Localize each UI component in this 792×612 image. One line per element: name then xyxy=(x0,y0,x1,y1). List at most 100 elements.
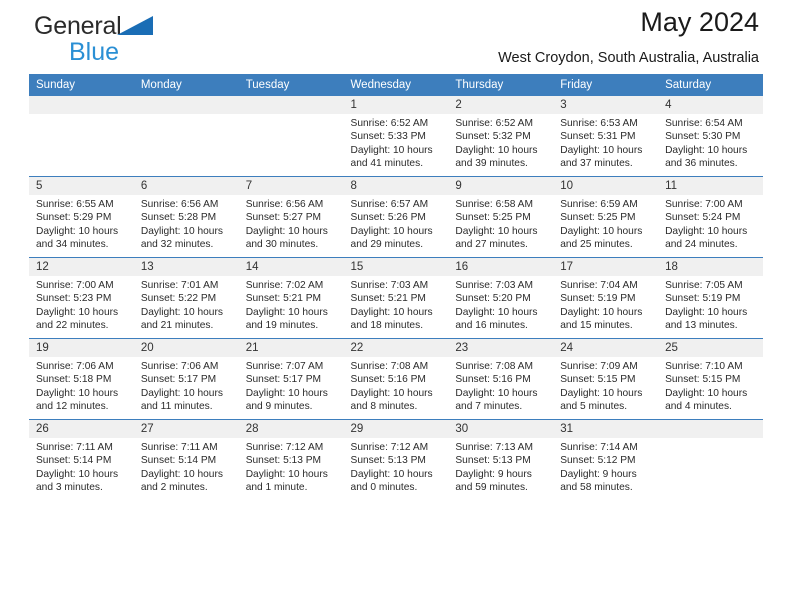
daylight-text-line1: Daylight: 10 hours xyxy=(245,225,328,237)
calendar-cell-empty xyxy=(29,96,134,177)
daylight-text-line1: Daylight: 10 hours xyxy=(560,387,643,399)
daylight-text-line2: and 19 minutes. xyxy=(245,320,319,332)
calendar-day-cell[interactable]: 17 Sunrise: 7:04 AM Sunset: 5:19 PM Dayligh… xyxy=(553,257,659,339)
sunrise-text: Sunrise: 7:11 AM xyxy=(36,442,113,453)
day-details: Sunrise: 6:52 AM Sunset: 5:32 PM Daylight:… xyxy=(448,114,553,171)
calendar-day-cell[interactable]: 29 Sunrise: 7:12 AM Sunset: 5:13 PM Dayligh… xyxy=(343,419,449,500)
day-cell-inner: 9 Sunrise: 6:58 AM Sunset: 5:25 PM Daylight… xyxy=(448,177,554,257)
calendar-day-cell[interactable]: 30 Sunrise: 7:13 AM Sunset: 5:13 PM Dayligh… xyxy=(448,419,554,500)
calendar-day-cell[interactable]: 27 Sunrise: 7:11 AM Sunset: 5:14 PM Dayligh… xyxy=(133,419,239,500)
sunset-text: Sunset: 5:20 PM xyxy=(455,293,531,305)
calendar-day-cell[interactable]: 22 Sunrise: 7:08 AM Sunset: 5:16 PM Dayligh… xyxy=(343,338,449,420)
daylight-text-line2: and 15 minutes. xyxy=(560,320,633,332)
day-number: 31 xyxy=(553,420,659,438)
calendar-day-cell[interactable]: 1 Sunrise: 6:52 AM Sunset: 5:33 PM Daylight… xyxy=(343,96,449,177)
daylight-text-line2: and 13 minutes. xyxy=(665,320,738,332)
calendar-day-cell[interactable]: 13 Sunrise: 7:01 AM Sunset: 5:22 PM Dayligh… xyxy=(133,257,239,339)
calendar-day-cell[interactable]: 31 Sunrise: 7:14 AM Sunset: 5:12 PM Dayligh… xyxy=(553,419,659,500)
sunset-text: Sunset: 5:19 PM xyxy=(665,293,741,305)
sunrise-text: Sunrise: 7:14 AM xyxy=(560,442,638,453)
calendar-day-cell[interactable]: 7 Sunrise: 6:56 AM Sunset: 5:27 PM Daylight… xyxy=(238,176,344,258)
day-details: Sunrise: 7:08 AM Sunset: 5:16 PM Daylight:… xyxy=(344,357,449,414)
calendar-day-cell[interactable]: 2 Sunrise: 6:52 AM Sunset: 5:32 PM Daylight… xyxy=(448,96,554,177)
calendar-day-cell[interactable]: 11 Sunrise: 7:00 AM Sunset: 5:24 PM Dayligh… xyxy=(658,176,763,258)
general-blue-logo[interactable]: General Blue xyxy=(34,14,153,65)
calendar-day-cell[interactable]: 12 Sunrise: 7:00 AM Sunset: 5:23 PM Dayligh… xyxy=(29,257,134,339)
calendar-day-cell[interactable]: 5 Sunrise: 6:55 AM Sunset: 5:29 PM Daylight… xyxy=(29,176,134,258)
day-cell-inner: 10 Sunrise: 6:59 AM Sunset: 5:25 PM Dayligh… xyxy=(553,177,659,257)
sunset-text: Sunset: 5:19 PM xyxy=(560,293,636,305)
calendar-day-cell[interactable]: 14 Sunrise: 7:02 AM Sunset: 5:21 PM Dayligh… xyxy=(238,257,344,339)
sunrise-text: Sunrise: 7:07 AM xyxy=(245,361,324,372)
daylight-text-line1: Daylight: 10 hours xyxy=(560,306,643,318)
day-cell-inner: 11 Sunrise: 7:00 AM Sunset: 5:24 PM Dayligh… xyxy=(658,177,763,257)
day-details: Sunrise: 6:55 AM Sunset: 5:29 PM Daylight:… xyxy=(29,195,134,252)
calendar-cell-empty xyxy=(238,96,344,177)
calendar-day-cell[interactable]: 6 Sunrise: 6:56 AM Sunset: 5:28 PM Daylight… xyxy=(133,176,239,258)
day-number: 15 xyxy=(343,258,449,276)
calendar-day-cell[interactable]: 25 Sunrise: 7:10 AM Sunset: 5:15 PM Dayligh… xyxy=(658,338,763,420)
daylight-text-line2: and 11 minutes. xyxy=(140,401,213,413)
calendar-day-cell[interactable]: 16 Sunrise: 7:03 AM Sunset: 5:20 PM Dayligh… xyxy=(448,257,554,339)
sunset-text: Sunset: 5:21 PM xyxy=(245,293,322,305)
daylight-text-line1: Daylight: 10 hours xyxy=(560,144,643,156)
day-number: 24 xyxy=(553,339,659,357)
day-number: 16 xyxy=(448,258,554,276)
daylight-text-line2: and 2 minutes. xyxy=(140,482,208,494)
day-cell-inner: 26 Sunrise: 7:11 AM Sunset: 5:14 PM Dayligh… xyxy=(29,420,134,500)
day-details: Sunrise: 7:06 AM Sunset: 5:17 PM Daylight:… xyxy=(134,357,239,414)
daylight-text-line1: Daylight: 10 hours xyxy=(36,225,119,237)
sunrise-text: Sunrise: 7:09 AM xyxy=(560,361,638,372)
sunrise-text: Sunrise: 7:03 AM xyxy=(350,280,429,291)
day-number: 12 xyxy=(29,258,134,276)
sunset-text: Sunset: 5:13 PM xyxy=(350,455,426,467)
calendar-day-cell[interactable]: 18 Sunrise: 7:05 AM Sunset: 5:19 PM Dayligh… xyxy=(658,257,763,339)
calendar-day-cell[interactable]: 21 Sunrise: 7:07 AM Sunset: 5:17 PM Dayligh… xyxy=(238,338,344,420)
day-cell-inner xyxy=(658,420,763,500)
calendar-day-cell[interactable]: 4 Sunrise: 6:54 AM Sunset: 5:30 PM Daylight… xyxy=(658,96,763,177)
day-number: 13 xyxy=(133,258,239,276)
daylight-text-line1: Daylight: 10 hours xyxy=(36,468,119,480)
daylight-text-line1: Daylight: 10 hours xyxy=(455,225,538,237)
day-cell-inner: 6 Sunrise: 6:56 AM Sunset: 5:28 PM Daylight… xyxy=(133,177,239,257)
calendar-day-cell[interactable]: 28 Sunrise: 7:12 AM Sunset: 5:13 PM Dayligh… xyxy=(238,419,344,500)
day-details: Sunrise: 7:06 AM Sunset: 5:18 PM Daylight:… xyxy=(29,357,134,414)
day-details: Sunrise: 6:56 AM Sunset: 5:27 PM Daylight:… xyxy=(239,195,344,252)
day-details: Sunrise: 7:11 AM Sunset: 5:14 PM Daylight:… xyxy=(134,438,239,495)
sunrise-text: Sunrise: 6:53 AM xyxy=(560,118,638,129)
calendar-day-cell[interactable]: 26 Sunrise: 7:11 AM Sunset: 5:14 PM Dayligh… xyxy=(29,419,134,500)
sunset-text: Sunset: 5:15 PM xyxy=(560,374,636,386)
day-cell-inner: 15 Sunrise: 7:03 AM Sunset: 5:21 PM Dayligh… xyxy=(343,258,449,338)
sunset-text: Sunset: 5:24 PM xyxy=(665,212,741,224)
day-cell-inner: 1 Sunrise: 6:52 AM Sunset: 5:33 PM Daylight… xyxy=(343,96,449,176)
daylight-text-line1: Daylight: 10 hours xyxy=(140,306,223,318)
day-number: 9 xyxy=(448,177,554,195)
calendar-day-cell[interactable]: 8 Sunrise: 6:57 AM Sunset: 5:26 PM Daylight… xyxy=(343,176,449,258)
daylight-text-line1: Daylight: 10 hours xyxy=(245,306,328,318)
weekday-header-sunday: Sunday xyxy=(29,74,134,96)
weekday-header-tuesday: Tuesday xyxy=(238,74,344,96)
day-number: 19 xyxy=(29,339,134,357)
daylight-text-line2: and 3 minutes. xyxy=(36,482,103,494)
day-details: Sunrise: 6:54 AM Sunset: 5:30 PM Daylight:… xyxy=(658,114,763,171)
daylight-text-line2: and 27 minutes. xyxy=(455,239,528,251)
calendar-day-cell[interactable]: 20 Sunrise: 7:06 AM Sunset: 5:17 PM Dayligh… xyxy=(133,338,239,420)
calendar-day-cell[interactable]: 23 Sunrise: 7:08 AM Sunset: 5:16 PM Dayligh… xyxy=(448,338,554,420)
day-number: 3 xyxy=(553,96,659,114)
calendar-week-row: 5 Sunrise: 6:55 AM Sunset: 5:29 PM Daylight… xyxy=(29,176,763,258)
calendar-day-cell[interactable]: 10 Sunrise: 6:59 AM Sunset: 5:25 PM Dayligh… xyxy=(553,176,659,258)
daylight-text-line1: Daylight: 10 hours xyxy=(665,306,748,318)
daylight-text-line1: Daylight: 10 hours xyxy=(350,144,433,156)
calendar-day-cell[interactable]: 19 Sunrise: 7:06 AM Sunset: 5:18 PM Dayligh… xyxy=(29,338,134,420)
calendar-day-cell[interactable]: 24 Sunrise: 7:09 AM Sunset: 5:15 PM Dayligh… xyxy=(553,338,659,420)
calendar-day-cell[interactable]: 9 Sunrise: 6:58 AM Sunset: 5:25 PM Daylight… xyxy=(448,176,554,258)
weekday-header-friday: Friday xyxy=(553,74,659,96)
calendar-week-row: 12 Sunrise: 7:00 AM Sunset: 5:23 PM Dayligh… xyxy=(29,257,763,339)
calendar-day-cell[interactable]: 15 Sunrise: 7:03 AM Sunset: 5:21 PM Dayligh… xyxy=(343,257,449,339)
calendar-day-cell[interactable]: 3 Sunrise: 6:53 AM Sunset: 5:31 PM Daylight… xyxy=(553,96,659,177)
sunrise-text: Sunrise: 7:00 AM xyxy=(665,199,743,210)
daylight-text-line1: Daylight: 10 hours xyxy=(560,225,643,237)
day-cell-inner: 18 Sunrise: 7:05 AM Sunset: 5:19 PM Dayligh… xyxy=(658,258,763,338)
daylight-text-line1: Daylight: 9 hours xyxy=(455,468,532,480)
day-number: 18 xyxy=(658,258,763,276)
